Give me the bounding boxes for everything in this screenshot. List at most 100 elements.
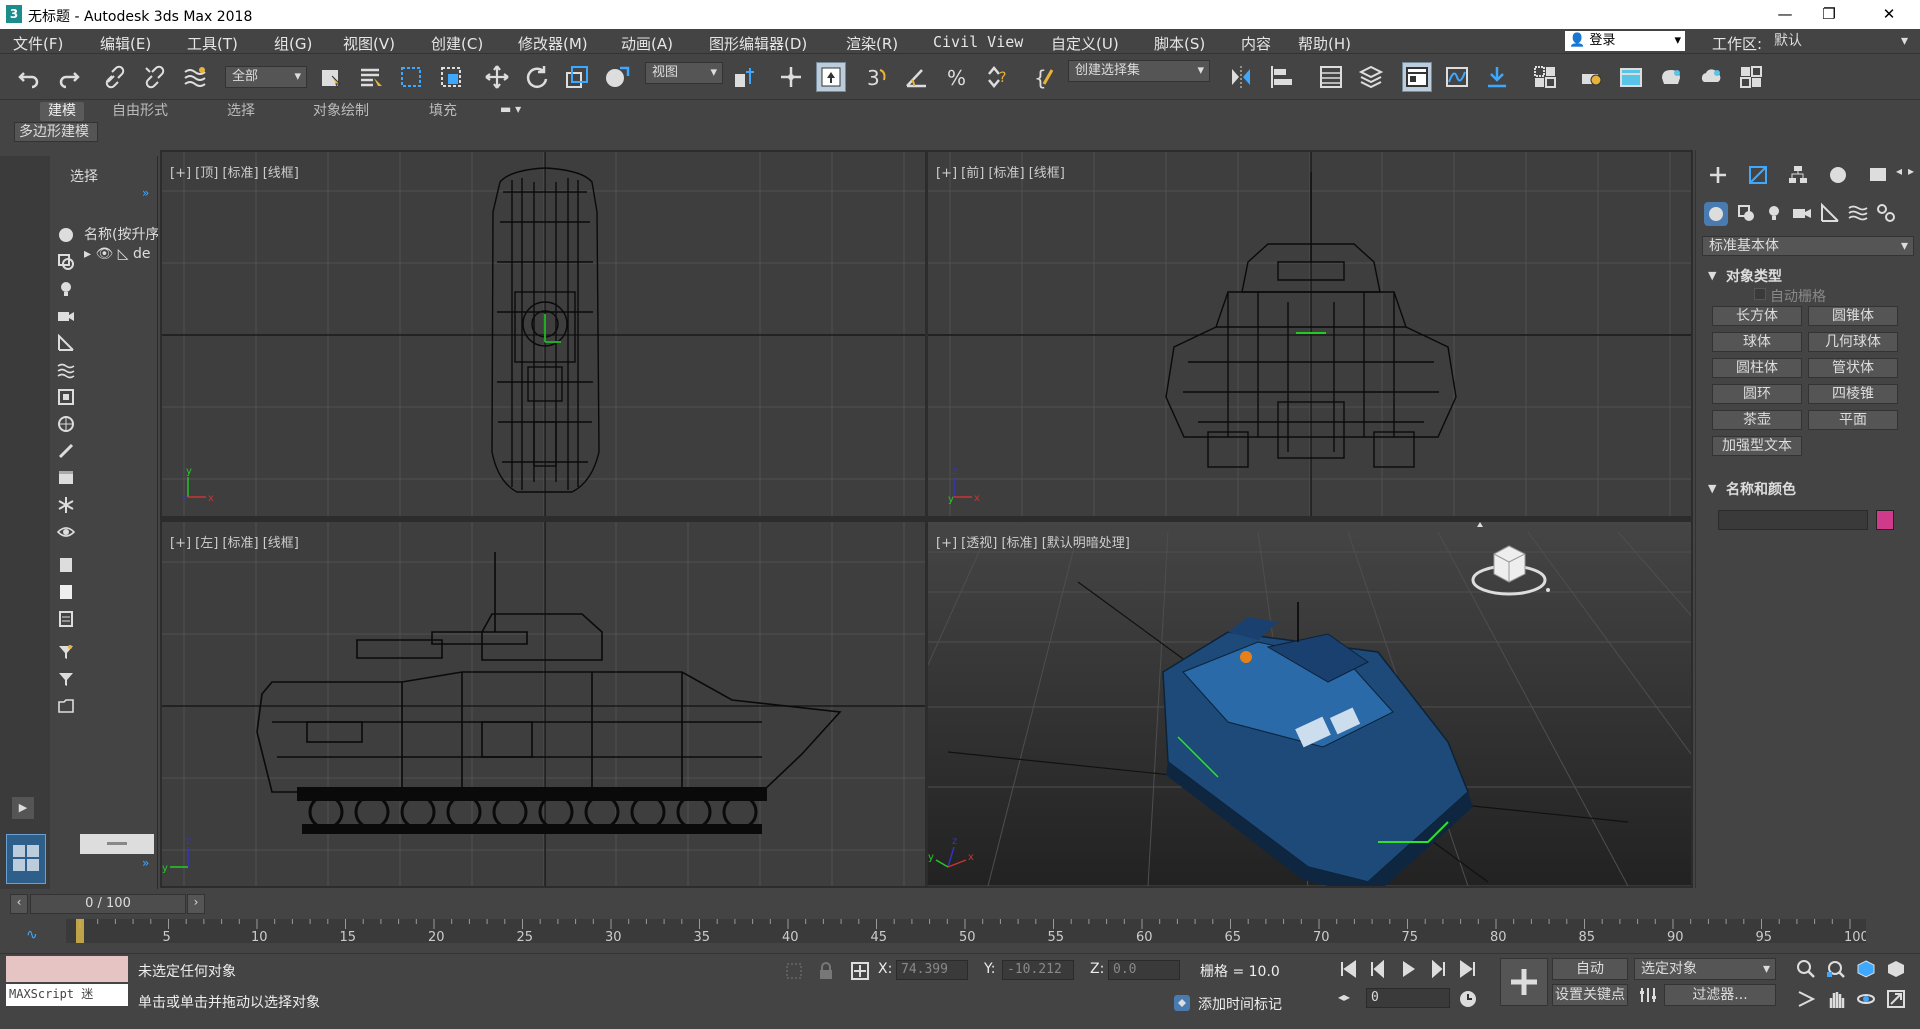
tab-populate[interactable]: 填充 [421,102,465,121]
snaps-toggle-icon[interactable]: 3 [862,62,892,92]
time-slider-thumb[interactable] [76,919,84,943]
z-coordinate-field[interactable]: 0.0 [1108,960,1180,980]
previous-frame-icon[interactable] [1364,956,1392,982]
torus-button[interactable]: 圆环 [1712,384,1802,404]
rotate-icon[interactable] [522,62,552,92]
geometry-category-icon[interactable] [1704,202,1728,226]
pan-hand-icon[interactable] [1822,986,1850,1012]
filter-containers-icon[interactable] [56,468,76,488]
maxscript-mini-input[interactable]: MAXScript 迷 [6,984,128,1006]
menu-animation[interactable]: 动画(A) [621,33,673,54]
explorer-scroll-area[interactable] [80,834,154,854]
filter-xrefs-icon[interactable] [56,414,76,434]
filters-button[interactable]: 过滤器... [1664,984,1776,1006]
time-tag-icon[interactable] [1168,990,1196,1016]
pivot-center-icon[interactable] [730,62,760,92]
rollout-collapse-icon[interactable]: ▼ [1708,482,1716,495]
tab-object-paint[interactable]: 对象绘制 [305,102,377,121]
named-selection-dropdown[interactable]: 创建选择集 [1068,60,1210,82]
align-icon[interactable] [1266,62,1296,92]
folder-icon[interactable] [56,696,76,716]
add-time-tag-label[interactable]: 添加时间标记 [1198,994,1282,1014]
layer-explorer-icon[interactable] [1356,62,1386,92]
expand-triangle-icon[interactable]: ▸ [84,246,91,262]
menu-file[interactable]: 文件(F) [13,33,63,54]
current-frame-field[interactable]: 0 [1366,988,1450,1008]
scale-icon[interactable] [562,62,592,92]
field-of-view-icon[interactable] [1792,986,1820,1012]
helpers-category-icon[interactable] [1816,200,1844,226]
name-color-heading[interactable]: 名称和颜色 [1726,479,1796,499]
filter-groups-icon[interactable] [56,387,76,407]
create-tab-icon[interactable] [1704,162,1732,188]
viewport-perspective[interactable]: zx y [+] [透视] [标准] [默认明暗处理] [928,522,1691,886]
material-editor-icon[interactable] [1530,62,1560,92]
filter-geometry-icon[interactable] [56,225,76,245]
viewport-layout-icon[interactable] [6,834,46,884]
close-button[interactable]: ✕ [1864,0,1914,29]
select-manipulate-icon[interactable] [776,62,806,92]
redo-icon[interactable] [54,62,84,92]
time-slider-next-icon[interactable]: › [187,894,205,914]
menu-rendering[interactable]: 渲染(R) [846,33,898,54]
invert-display-icon[interactable] [56,609,76,629]
menu-edit[interactable]: 编辑(E) [100,33,151,54]
viewport-top[interactable]: y x z [+] [顶] [标准] [线框] [162,152,925,516]
tab-freeform[interactable]: 自由形式 [104,102,176,121]
name-column-header[interactable]: 名称(按升序 [84,224,158,244]
tube-button[interactable]: 管状体 [1808,358,1898,378]
set-key-button[interactable]: 设置关键点 [1552,984,1628,1006]
cameras-category-icon[interactable] [1788,200,1816,226]
curve-editor-icon[interactable] [1442,62,1472,92]
login-dropdown[interactable]: 👤 登录 ▾ [1565,31,1685,51]
expand-arrow-icon[interactable]: ▶ [12,797,34,819]
teapot-button[interactable]: 茶壶 [1712,410,1802,430]
explorer-expand-icon[interactable]: » [142,856,149,870]
x-coordinate-field[interactable]: 74.399 [896,960,968,980]
panel-scroll-right-icon[interactable]: ▸ [1908,164,1920,184]
list-item[interactable]: ▸ 👁 ◺ de [84,246,158,266]
shapes-category-icon[interactable] [1732,200,1760,226]
filter-hidden-icon[interactable] [56,522,76,542]
menu-help[interactable]: 帮助(H) [1298,33,1351,54]
window-crossing-icon[interactable] [436,62,466,92]
pyramid-button[interactable]: 四棱锥 [1808,384,1898,404]
keyboard-shortcut-override-icon[interactable] [816,62,846,92]
polygon-modeling-panel[interactable]: 多边形建模 [14,122,98,142]
a360-gallery-icon[interactable] [1736,62,1766,92]
object-type-heading[interactable]: 对象类型 [1726,266,1782,286]
absolute-mode-icon[interactable] [846,958,874,984]
menu-modifiers[interactable]: 修改器(M) [518,33,588,54]
menu-customize[interactable]: 自定义(U) [1051,33,1119,54]
viewport-left[interactable]: zy [+] [左] [标准] [线框] [162,522,925,886]
select-object-icon[interactable] [316,62,346,92]
menu-scripting[interactable]: 脚本(S) [1154,33,1205,54]
rollout-collapse-icon[interactable]: ▼ [1708,269,1716,282]
time-slider-prev-icon[interactable]: ‹ [10,894,28,914]
menu-graph-editors[interactable]: 图形编辑器(D) [709,33,807,54]
spacewarps-category-icon[interactable] [1844,200,1872,226]
viewport-label[interactable]: [+] [左] [标准] [线框] [170,532,299,551]
track-bar[interactable]: 5 10 15 20 25 30 35 40 45 50 55 60 65 70 75 80 85 90 95 100 [66,919,1869,945]
menu-views[interactable]: 视图(V) [343,33,395,54]
cylinder-button[interactable]: 圆柱体 [1712,358,1802,378]
filter-cameras-icon[interactable] [56,306,76,326]
sphere-button[interactable]: 球体 [1712,332,1802,352]
move-icon[interactable] [482,62,512,92]
render-in-cloud-icon[interactable] [1696,62,1726,92]
key-mode-icon[interactable]: ◂▸ [1338,990,1350,1004]
filter-frozen-icon[interactable] [56,495,76,515]
render-setup-icon[interactable] [1576,62,1606,92]
key-filters-icon[interactable] [1634,982,1662,1008]
autogrid-checkbox[interactable] [1754,288,1766,300]
percent-snap-icon[interactable]: % [942,62,972,92]
link-icon[interactable] [100,62,130,92]
filter-funnel-icon[interactable] [56,642,76,662]
play-icon[interactable] [1394,956,1422,982]
filter-lights-icon[interactable] [56,279,76,299]
ribbon-options-icon[interactable]: ▬ ▾ [500,102,526,118]
viewport-label[interactable]: [+] [透视] [标准] [默认明暗处理] [936,532,1130,551]
angle-snap-icon[interactable] [902,62,932,92]
lights-category-icon[interactable] [1760,200,1788,226]
spinner-snap-icon[interactable]: ? [982,62,1012,92]
